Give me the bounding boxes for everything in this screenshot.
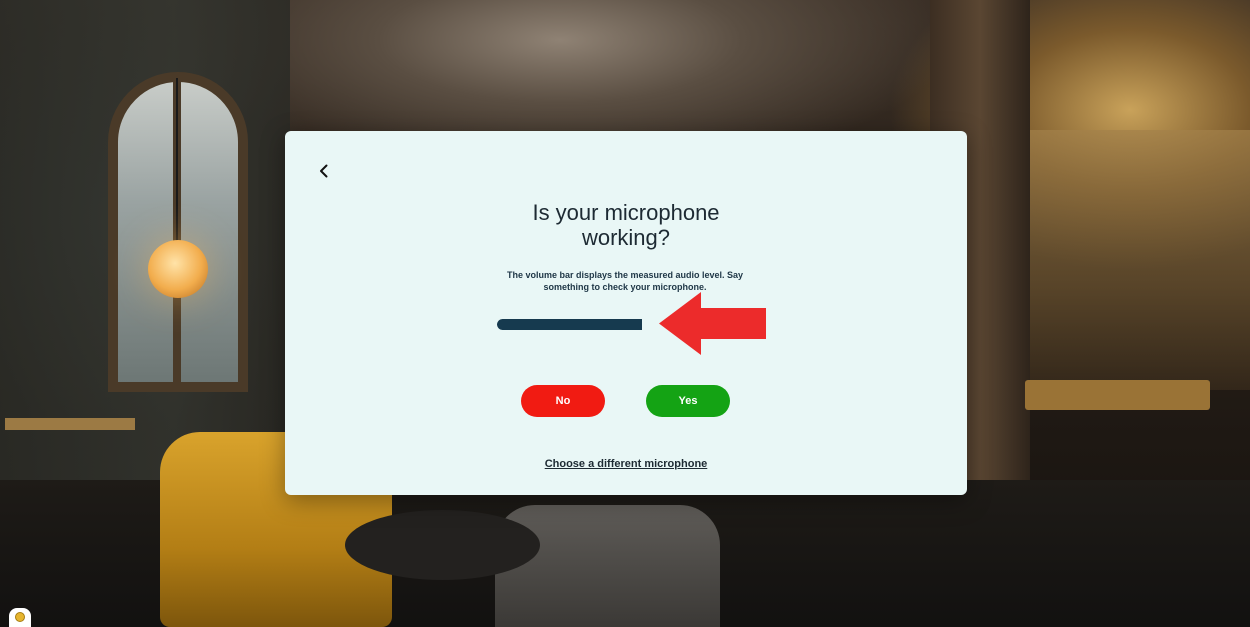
dialog-title-line-2: working? <box>581 225 671 250</box>
choose-different-microphone-link[interactable]: Choose a different microphone <box>285 458 967 470</box>
dialog-title-line-1: Is your microphone <box>532 200 720 225</box>
help-badge[interactable] <box>9 608 31 627</box>
background-side-table <box>5 418 135 430</box>
yes-button[interactable]: Yes <box>646 385 730 417</box>
background-room <box>1030 130 1250 390</box>
dialog-title: Is your microphone working? <box>285 200 967 250</box>
background-round-table <box>345 510 540 580</box>
no-button[interactable]: No <box>521 385 605 417</box>
background-lamp <box>148 240 208 298</box>
red-arrow-left-icon <box>659 292 766 355</box>
background-table <box>1025 380 1210 410</box>
dialog-description: The volume bar displays the measured aud… <box>506 270 744 292</box>
background-arched-window <box>108 72 248 392</box>
back-button[interactable] <box>311 158 337 184</box>
microphone-check-dialog <box>285 131 967 495</box>
help-badge-icon <box>15 612 25 622</box>
chevron-left-icon <box>320 164 328 178</box>
volume-bar <box>497 319 642 330</box>
background-chair <box>495 505 720 627</box>
background-lamp-cord <box>176 78 178 248</box>
volume-bar-fill <box>497 319 642 330</box>
